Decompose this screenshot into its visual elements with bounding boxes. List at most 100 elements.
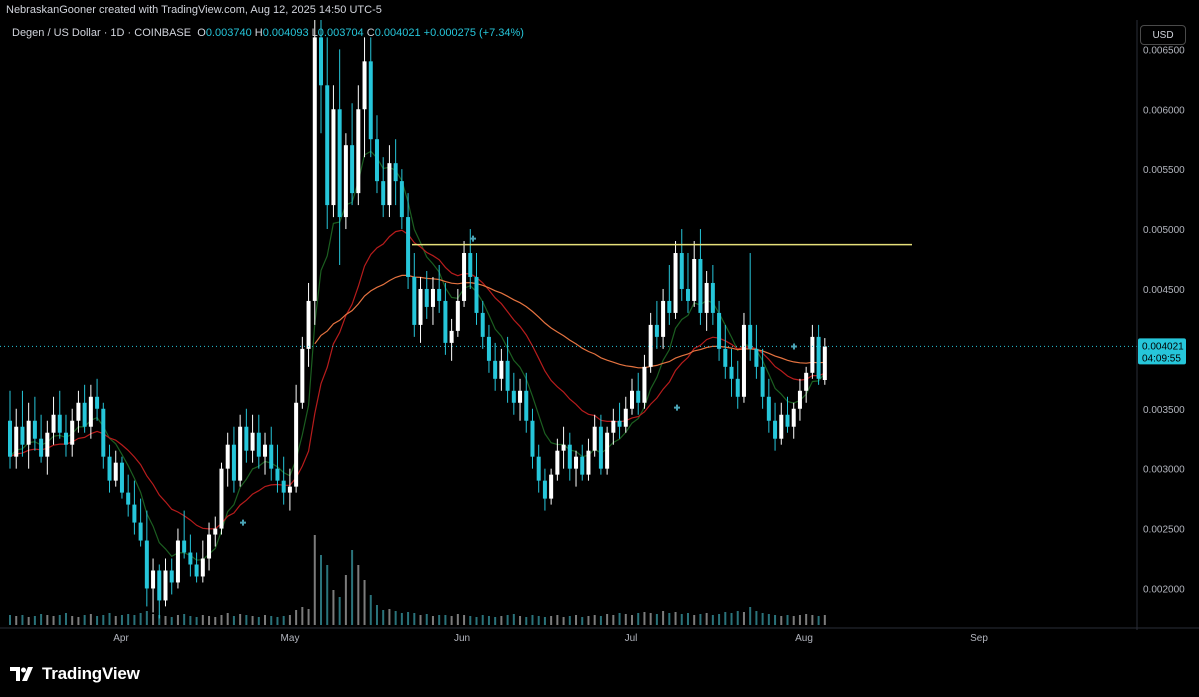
candle-body (542, 480, 547, 499)
currency-button[interactable]: USD (1140, 25, 1186, 45)
volume-bar (705, 613, 708, 625)
candle-body (107, 456, 112, 481)
volume-bar (531, 615, 534, 625)
volume-bar (245, 615, 248, 625)
price-chart[interactable]: 0.0020000.0025000.0030000.0035000.004000… (0, 20, 1199, 648)
volume-bar (749, 607, 752, 625)
candle-body (182, 540, 187, 553)
volume-bar (730, 613, 733, 625)
candle-body (524, 390, 529, 421)
candle-body (88, 396, 93, 427)
volume-bar (407, 612, 410, 625)
volume-bar (469, 616, 472, 625)
candle-body (505, 360, 510, 391)
volume-bar (599, 616, 602, 625)
candle-body (779, 414, 784, 439)
candle-body (443, 300, 448, 343)
candle-body (343, 145, 348, 218)
candle-body (486, 336, 491, 361)
tradingview-wordmark: TradingView (42, 664, 140, 683)
candle-body (704, 282, 709, 313)
volume-bar (767, 614, 770, 625)
volume-bar (494, 617, 497, 625)
volume-bar (481, 615, 484, 625)
candle-body (493, 360, 498, 379)
symbol-legend[interactable]: Degen / US Dollar · 1D · COINBASE O0.003… (12, 27, 524, 39)
volume-bar (637, 613, 640, 625)
volume-bar (282, 616, 285, 625)
volume-bar (226, 613, 229, 625)
volume-bar (438, 615, 441, 625)
candle-body (325, 85, 330, 206)
volume-bar (189, 616, 192, 625)
candle-body (225, 444, 230, 469)
candle-body (785, 414, 790, 427)
volume-bar (711, 615, 714, 625)
volume-bar (344, 575, 347, 625)
candle-body (561, 444, 566, 451)
volume-bar (413, 613, 416, 625)
candle-body (132, 504, 137, 523)
candle-body (698, 259, 703, 313)
volume-bar (301, 607, 304, 625)
volume-bar (46, 615, 49, 625)
volume-bar (71, 616, 74, 625)
volume-bar (512, 614, 515, 625)
volume-bar (251, 616, 254, 625)
candle-body (219, 468, 224, 529)
volume-bar (307, 609, 310, 625)
volume-bar (195, 617, 198, 625)
volume-bar (575, 615, 578, 625)
volume-bar (568, 616, 571, 625)
price-tick-label: 0.006500 (1143, 45, 1185, 56)
candle-body (667, 300, 672, 313)
candle-body (250, 432, 255, 451)
volume-bar (463, 615, 466, 625)
tradingview-logo[interactable]: TradingView (10, 664, 140, 684)
volume-bar (805, 614, 808, 625)
candle-body (654, 324, 659, 337)
candle-body (57, 414, 62, 433)
volume-bar (9, 615, 11, 625)
candle-body (374, 139, 379, 182)
candle-body (816, 336, 821, 379)
volume-bar (276, 617, 279, 625)
time-tick-label: Jul (625, 633, 638, 644)
candle-body (773, 420, 778, 439)
candle-body (163, 570, 168, 601)
volume-bar (133, 615, 136, 625)
volume-bar (176, 615, 179, 625)
current-price-label: 0.004021 (1142, 341, 1184, 352)
volume-bar (338, 597, 341, 625)
volume-bar (152, 614, 155, 625)
candle-body (617, 420, 622, 427)
candle-body (692, 259, 697, 301)
volume-bar (475, 617, 478, 625)
candle-body (791, 408, 796, 427)
candle-body (754, 348, 759, 367)
volume-bar (295, 610, 298, 625)
candle-body (424, 288, 429, 307)
volume-bar (139, 613, 142, 625)
candle-body (468, 253, 473, 277)
change-value: +0.000275 (+7.34%) (423, 27, 524, 39)
candle-body (45, 432, 50, 457)
candle-body (804, 372, 809, 391)
volume-bar (786, 615, 789, 625)
candle-body (319, 37, 323, 86)
volume-bar (369, 595, 372, 625)
volume-bar (624, 614, 627, 625)
volume-bar (537, 616, 540, 625)
volume-bar (220, 615, 223, 625)
candle-body (586, 450, 591, 475)
candle-body (39, 438, 44, 457)
volume-bar (618, 613, 621, 625)
open-label: O (197, 27, 206, 39)
time-tick-label: Sep (970, 633, 988, 644)
volume-bar (674, 612, 677, 625)
candle-body (244, 426, 249, 451)
candle-body (119, 462, 124, 493)
candle-body (406, 217, 411, 277)
candle-body (729, 366, 734, 379)
volume-bar (264, 615, 267, 625)
